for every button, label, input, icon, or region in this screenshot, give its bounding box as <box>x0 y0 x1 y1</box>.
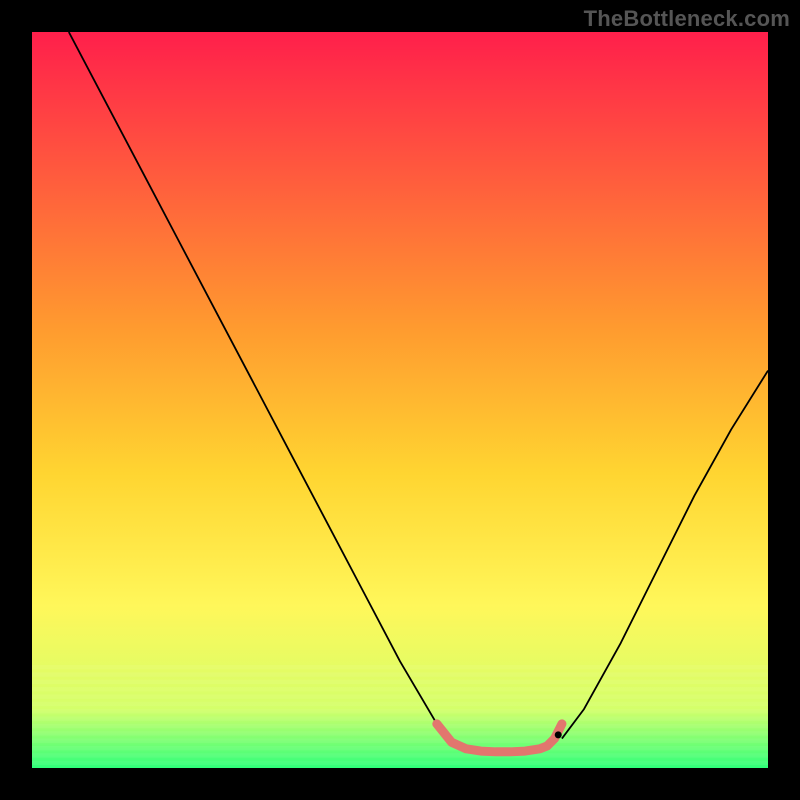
band-stripe <box>32 724 768 728</box>
band-stripe <box>32 687 768 691</box>
watermark-text: TheBottleneck.com <box>584 6 790 32</box>
band-stripe <box>32 761 768 765</box>
band-stripe <box>32 716 768 720</box>
band-stripe <box>32 665 768 669</box>
band-stripe <box>32 702 768 706</box>
chart-svg <box>32 32 768 768</box>
band-stripe <box>32 731 768 735</box>
plot-area <box>32 32 768 768</box>
band-stripe <box>32 694 768 698</box>
marker-black-dot <box>555 731 562 738</box>
band-stripe <box>32 746 768 750</box>
band-stripe <box>32 753 768 757</box>
chart-frame: TheBottleneck.com <box>0 0 800 800</box>
band-stripe <box>32 709 768 713</box>
band-stripe <box>32 739 768 743</box>
band-stripe <box>32 672 768 676</box>
gradient-background <box>32 32 768 768</box>
band-stripe <box>32 680 768 684</box>
